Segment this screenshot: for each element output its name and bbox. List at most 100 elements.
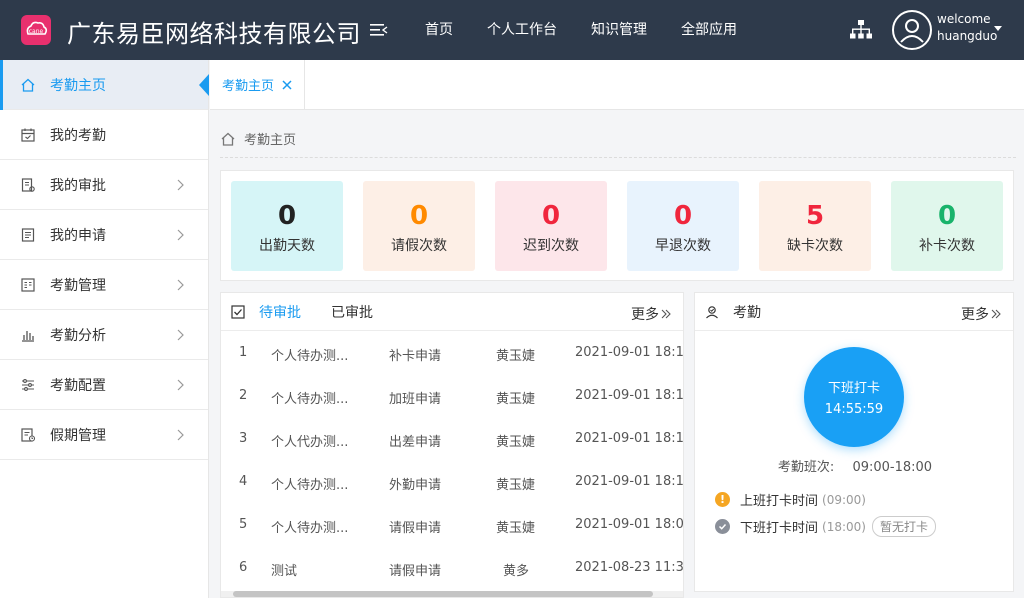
- nav-home[interactable]: 首页: [408, 0, 470, 60]
- attendance-title: 考勤: [733, 304, 761, 321]
- stat-value: 0: [277, 201, 297, 231]
- calendar-icon: [21, 128, 35, 142]
- punch-out-row: 下班打卡时间 (18:00) 暂无打卡: [715, 516, 936, 537]
- row-number: 1: [239, 345, 248, 360]
- punch-in-row: ! 上班打卡时间 (09:00): [715, 490, 866, 509]
- row-time: 2021-09-01 18:11: [575, 345, 684, 360]
- user-name: huangduo: [937, 29, 998, 43]
- home-icon[interactable]: [220, 131, 236, 147]
- table-row[interactable]: 1 个人待办测... 补卡申请 黄玉婕 2021-09-01 18:11: [221, 331, 683, 374]
- sidebar-item-attendance-analysis[interactable]: 考勤分析: [0, 310, 208, 360]
- row-time: 2021-09-01 18:10: [575, 474, 684, 489]
- row-number: 2: [239, 388, 248, 403]
- table-row[interactable]: 2 个人待办测... 加班申请 黄玉婕 2021-09-01 18:11: [221, 374, 683, 417]
- sidebar-item-label: 考勤分析: [50, 327, 106, 344]
- logo-icon[interactable]: cane: [21, 15, 51, 45]
- row-time: 2021-09-01 18:11: [575, 388, 684, 403]
- nav-all-apps[interactable]: 全部应用: [664, 0, 754, 60]
- shift-info: 考勤班次: 09:00-18:00: [695, 456, 1015, 475]
- sidebar-item-holiday-management[interactable]: 假期管理: [0, 410, 208, 460]
- sidebar-item-label: 我的考勤: [50, 127, 106, 144]
- nav-workbench[interactable]: 个人工作台: [470, 0, 574, 60]
- row-person: 黄玉婕: [496, 392, 536, 407]
- status-badge: 暂无打卡: [871, 516, 936, 537]
- punch-time: (09:00): [822, 492, 866, 507]
- stat-missing-punch-count[interactable]: 5 缺卡次数: [759, 181, 871, 271]
- stat-value: 0: [937, 201, 957, 231]
- stat-makeup-punch-count[interactable]: 0 补卡次数: [891, 181, 1003, 271]
- scrollbar-thumb[interactable]: [233, 591, 653, 597]
- double-chevron-right-icon: [991, 309, 1001, 319]
- sidebar-item-label: 考勤管理: [50, 277, 106, 294]
- row-time: 2021-09-01 18:09: [575, 517, 684, 532]
- tab-label: 考勤主页: [222, 79, 275, 94]
- chevron-down-icon[interactable]: [994, 26, 1002, 31]
- sidebar-item-attendance-management[interactable]: 考勤管理: [0, 260, 208, 310]
- nav-knowledge[interactable]: 知识管理: [574, 0, 664, 60]
- svg-text:cane: cane: [29, 28, 44, 35]
- tab-approved[interactable]: 已审批: [331, 302, 373, 322]
- row-title: 个人待办测...: [271, 349, 349, 364]
- stat-value: 0: [673, 201, 693, 231]
- clock-label: 下班打卡: [827, 381, 880, 396]
- user-check-icon: [706, 305, 718, 318]
- table-row[interactable]: 4 个人待办测... 外勤申请 黄玉婕 2021-09-01 18:10: [221, 460, 683, 503]
- menu-toggle-icon[interactable]: [370, 22, 388, 38]
- sidebar-item-my-approvals[interactable]: 我的审批: [0, 160, 208, 210]
- more-label: 更多: [631, 307, 659, 323]
- user-info[interactable]: welcome huangduo: [937, 11, 997, 45]
- document-icon: [21, 227, 35, 242]
- stat-early-leave-count[interactable]: 0 早退次数: [627, 181, 739, 271]
- row-number: 4: [239, 474, 248, 489]
- sidebar-item-my-requests[interactable]: 我的申请: [0, 210, 208, 260]
- close-icon[interactable]: [282, 79, 292, 90]
- row-time: 2021-08-23 11:36: [575, 560, 684, 575]
- shift-value: 09:00-18:00: [852, 460, 933, 475]
- attendance-panel: 考勤 更多 下班打卡 14:55:59 考勤班次: 09:00-18:00 ! …: [694, 292, 1014, 592]
- horizontal-scrollbar[interactable]: [221, 591, 683, 597]
- check-icon: [715, 519, 730, 534]
- sidebar-item-label: 我的申请: [50, 227, 106, 244]
- double-chevron-right-icon: [661, 309, 671, 319]
- avatar[interactable]: [892, 10, 932, 50]
- shift-label: 考勤班次:: [777, 460, 835, 475]
- org-chart-icon[interactable]: [849, 19, 873, 41]
- bar-chart-icon: [22, 330, 34, 342]
- stat-value: 0: [409, 201, 429, 231]
- stat-late-count[interactable]: 0 迟到次数: [495, 181, 607, 271]
- row-type: 请假申请: [389, 521, 442, 536]
- punch-label: 下班打卡时间: [740, 521, 819, 536]
- row-type: 加班申请: [389, 392, 442, 407]
- stats-panel: 0 出勤天数 0 请假次数 0 迟到次数 0 早退次数 5 缺卡次数 0 补卡次…: [220, 170, 1014, 281]
- row-type: 请假申请: [389, 564, 442, 579]
- row-title: 个人待办测...: [271, 478, 349, 493]
- stat-label: 补卡次数: [919, 238, 975, 254]
- home-icon: [21, 78, 35, 92]
- clock-out-button[interactable]: 下班打卡 14:55:59: [804, 347, 904, 447]
- stat-label: 缺卡次数: [787, 238, 843, 254]
- breadcrumb-label: 考勤主页: [244, 133, 297, 148]
- approvals-header: 待审批 已审批 更多: [221, 293, 683, 331]
- more-link[interactable]: 更多: [631, 304, 671, 324]
- row-number: 5: [239, 517, 248, 532]
- stat-leave-count[interactable]: 0 请假次数: [363, 181, 475, 271]
- user-greeting: welcome: [937, 12, 991, 26]
- table-row[interactable]: 3 个人代办测... 出差申请 黄玉婕 2021-09-01 18:10: [221, 417, 683, 460]
- sidebar-item-attendance-config[interactable]: 考勤配置: [0, 360, 208, 410]
- sidebar: 考勤主页 我的考勤 我的审批 我的申请 考勤管理 考勤分析 考勤配置 假期管理: [0, 60, 209, 598]
- tab-pending[interactable]: 待审批: [259, 302, 301, 322]
- more-link[interactable]: 更多: [961, 304, 1001, 324]
- table-row[interactable]: 5 个人待办测... 请假申请 黄玉婕 2021-09-01 18:09: [221, 503, 683, 546]
- attendance-header: 考勤 更多: [695, 293, 1013, 331]
- table-row[interactable]: 6 测试 请假申请 黄多 2021-08-23 11:36: [221, 546, 683, 589]
- sidebar-item-my-attendance[interactable]: 我的考勤: [0, 110, 208, 160]
- punch-label: 上班打卡时间: [740, 494, 819, 509]
- chevron-right-icon: [177, 179, 184, 191]
- stat-attendance-days[interactable]: 0 出勤天数: [231, 181, 343, 271]
- sidebar-item-home[interactable]: 考勤主页: [0, 60, 209, 110]
- settings-icon: [22, 378, 34, 391]
- stat-label: 请假次数: [391, 238, 447, 254]
- tab-attendance-home[interactable]: 考勤主页: [210, 60, 305, 109]
- row-person: 黄玉婕: [496, 435, 536, 450]
- chevron-right-icon: [177, 329, 184, 341]
